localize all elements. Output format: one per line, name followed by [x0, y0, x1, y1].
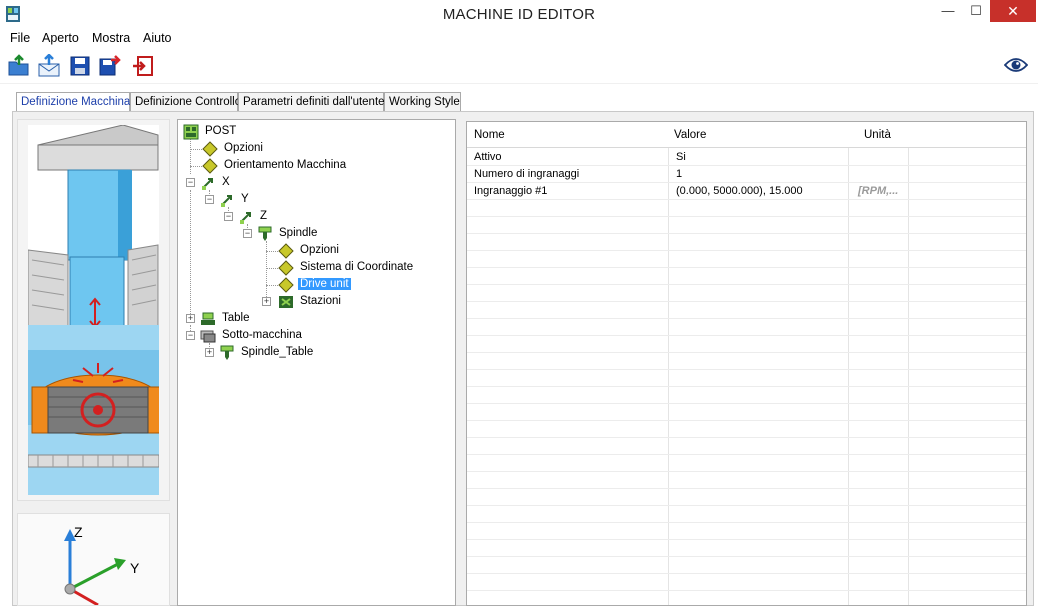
axis-triad-icon [64, 529, 126, 605]
tab-definizione-macchina[interactable]: Definizione Macchina [16, 92, 130, 113]
header-unita[interactable]: Unità [864, 129, 891, 141]
open-folder-icon[interactable] [7, 54, 31, 78]
tree-label: Opzioni [224, 142, 263, 154]
tree-label: Table [222, 312, 250, 324]
cell-unit: [RPM,... [858, 185, 899, 197]
tree-label: Opzioni [300, 244, 339, 256]
diamond-icon [202, 141, 218, 157]
grid-header: Nome Valore Unità [467, 122, 1026, 148]
machine-preview [17, 119, 170, 501]
machine-illustration [28, 125, 159, 495]
spindle-icon [220, 345, 234, 360]
diamond-icon [278, 243, 294, 259]
maximize-button[interactable]: ☐ [962, 0, 990, 22]
properties-grid: Nome Valore Unità Attivo Si Numero di in… [466, 121, 1027, 606]
menu-bar: File Aperto Mostra Aiuto [0, 30, 1038, 48]
diamond-icon [202, 158, 218, 174]
tree-label: Sotto-macchina [222, 329, 302, 341]
tree-label: Orientamento Macchina [224, 159, 347, 171]
collapse-sotto-macchina-toggle[interactable]: − [186, 331, 195, 340]
expand-spindle-table-toggle[interactable]: + [205, 348, 214, 357]
tree-label: Y [241, 193, 249, 205]
exit-icon[interactable] [131, 54, 155, 78]
post-icon [183, 124, 199, 140]
expand-stazioni-toggle[interactable]: + [262, 297, 271, 306]
machine-tree[interactable]: POST Opzioni Orientamento Macchina − X −… [177, 119, 456, 606]
cell-value[interactable]: Si [676, 151, 686, 163]
axis-triad-panel: Z Y [17, 513, 170, 606]
tree-label: Spindle_Table [241, 346, 314, 358]
tree-label-selected: Drive unit [298, 278, 351, 290]
cell-name: Numero di ingranaggi [474, 168, 580, 180]
tree-label: Spindle [279, 227, 318, 239]
tree-label: POST [205, 125, 237, 137]
table-icon [201, 312, 215, 325]
save-icon[interactable] [68, 54, 92, 78]
axis-icon [202, 178, 213, 190]
menu-aperto[interactable]: Aperto [42, 31, 79, 45]
diamond-icon [278, 277, 294, 293]
tree-label: Z [260, 210, 268, 222]
menu-mostra[interactable]: Mostra [92, 31, 130, 45]
cell-name: Ingranaggio #1 [474, 185, 548, 197]
save-as-icon[interactable] [98, 54, 122, 78]
minimize-button[interactable]: — [934, 0, 962, 22]
collapse-z-toggle[interactable]: − [224, 212, 233, 221]
spindle-icon [258, 226, 272, 241]
menu-aiuto[interactable]: Aiuto [143, 31, 172, 45]
tree-label: X [222, 176, 230, 188]
cell-value[interactable]: 1 [676, 168, 682, 180]
collapse-spindle-toggle[interactable]: − [243, 229, 252, 238]
title-bar: MACHINE ID EDITOR — ☐ ✕ [0, 0, 1038, 30]
collapse-y-toggle[interactable]: − [205, 195, 214, 204]
header-nome[interactable]: Nome [474, 129, 505, 141]
tab-working-style[interactable]: Working Style [384, 92, 461, 112]
collapse-x-toggle[interactable]: − [186, 178, 195, 187]
send-mail-icon[interactable] [37, 54, 61, 78]
close-button[interactable]: ✕ [990, 0, 1036, 22]
tab-definizione-controllo[interactable]: Definizione Controllo [130, 92, 241, 112]
axis-z-label: Z [74, 524, 83, 540]
toolbar [0, 48, 1038, 84]
tab-parametri-utente[interactable]: Parametri definiti dall'utente [238, 92, 385, 112]
axis-icon [221, 195, 232, 207]
stations-icon [279, 296, 293, 308]
tree-label: Sistema di Coordinate [300, 261, 414, 273]
eye-icon[interactable] [1004, 56, 1028, 74]
cell-name: Attivo [474, 151, 502, 163]
cell-value[interactable]: (0.000, 5000.000), 15.000 [676, 185, 803, 197]
axis-icon [240, 212, 251, 224]
menu-file[interactable]: File [10, 31, 30, 45]
tree-label: Stazioni [300, 295, 341, 307]
window-title: MACHINE ID EDITOR [442, 6, 596, 23]
expand-table-toggle[interactable]: + [186, 314, 195, 323]
header-valore[interactable]: Valore [674, 129, 706, 141]
diamond-icon [278, 260, 294, 276]
axis-y-label: Y [130, 560, 140, 576]
submachine-icon [200, 330, 216, 343]
